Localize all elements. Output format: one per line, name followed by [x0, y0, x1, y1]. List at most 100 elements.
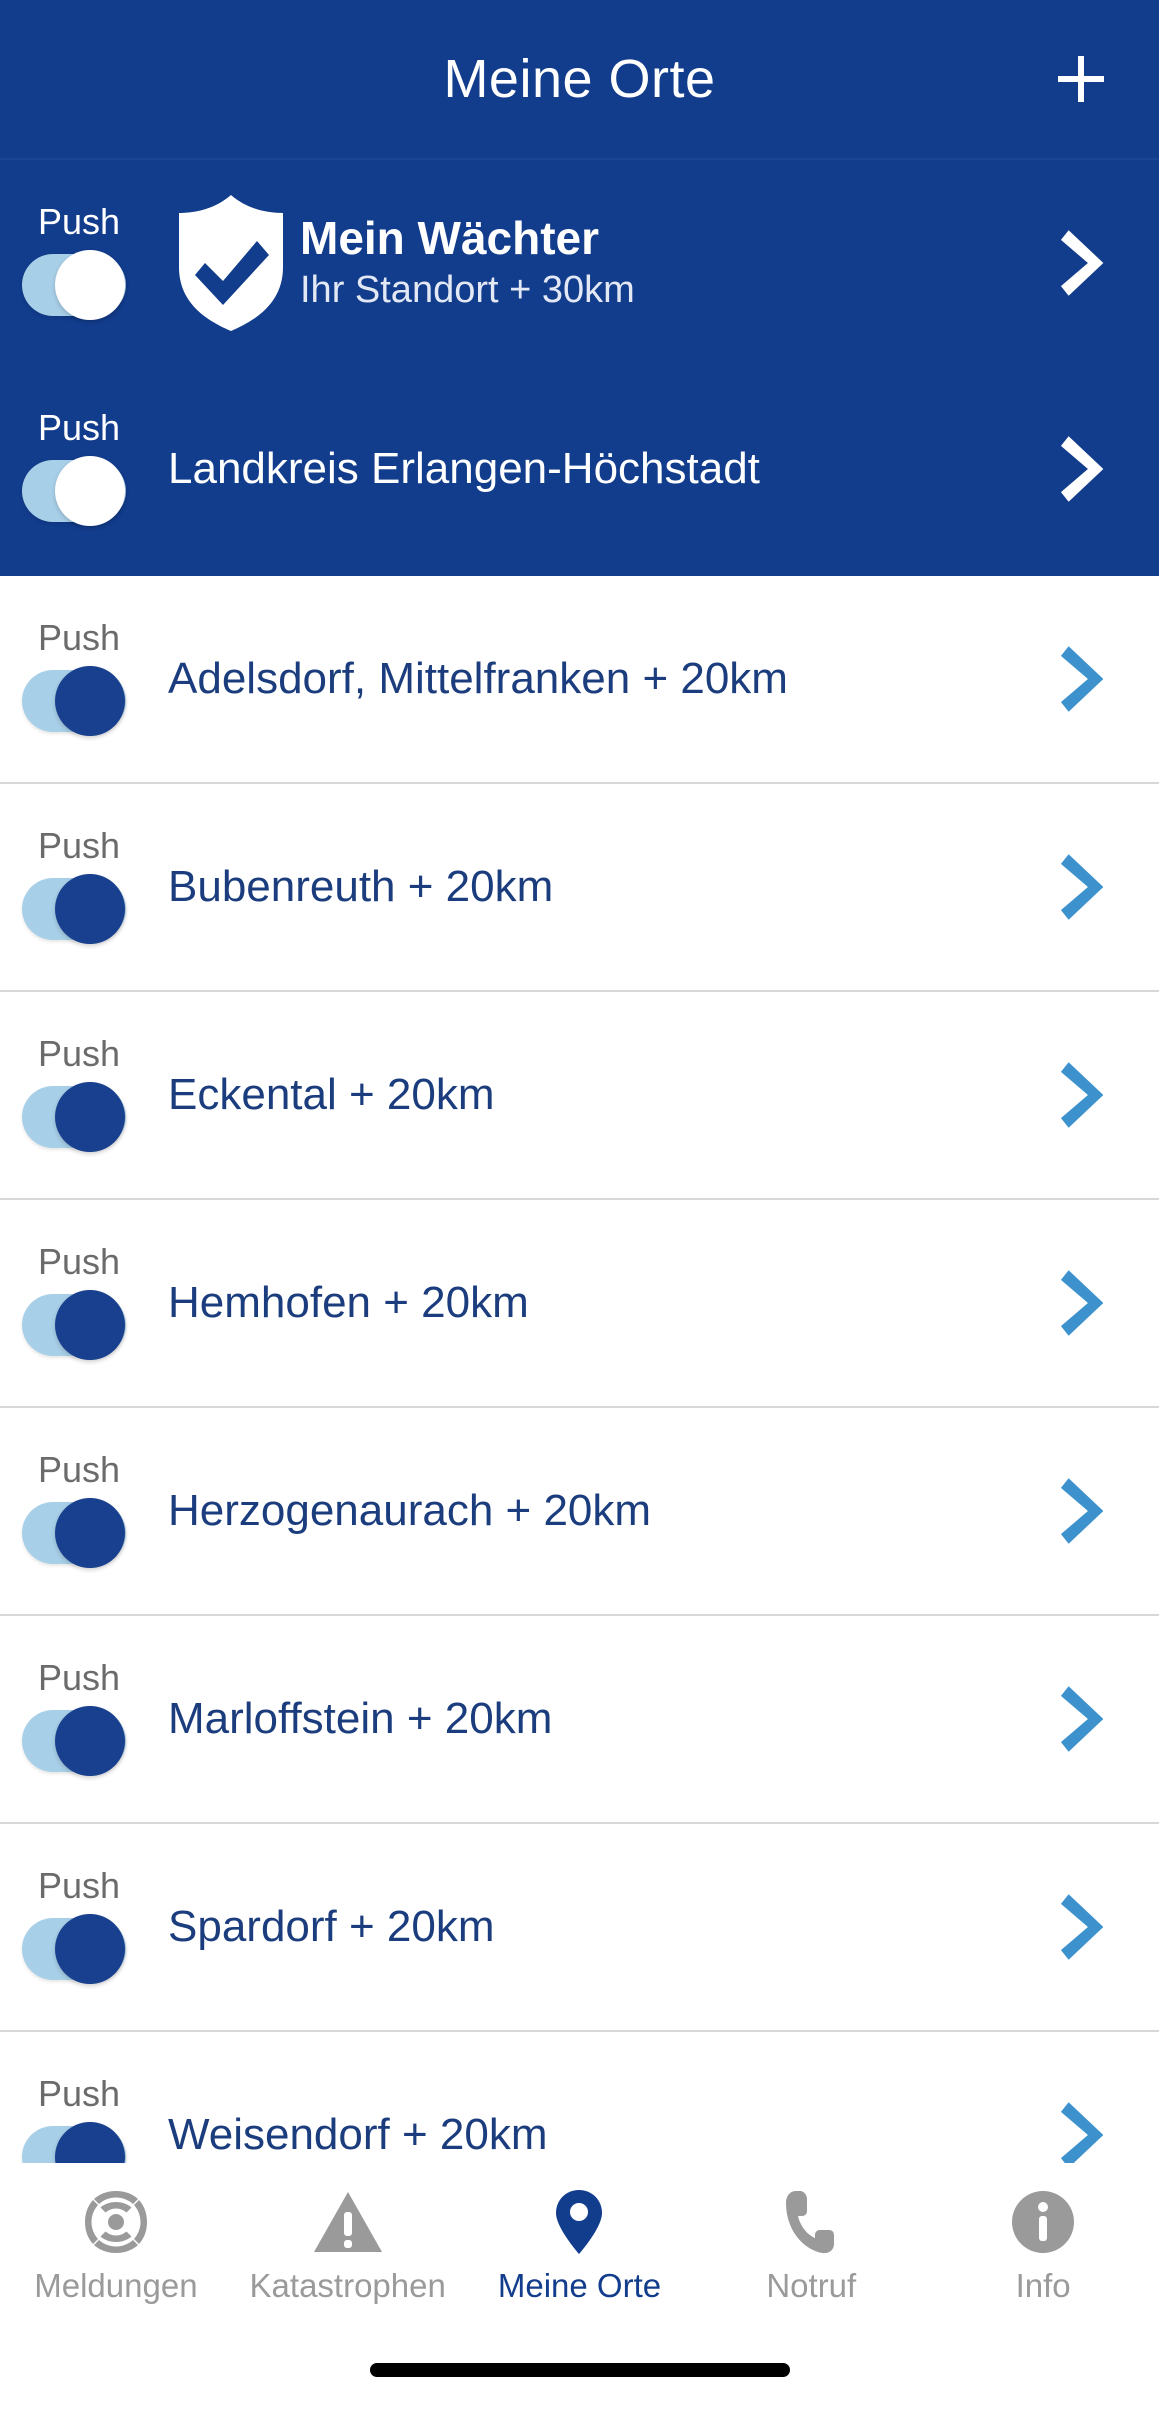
list-item-text: Eckental + 20km — [168, 1070, 495, 1119]
list-item-text: Weisendorf + 20km — [168, 2110, 547, 2159]
push-label: Push — [38, 201, 121, 242]
list-item[interactable]: Push Spardorf + 20km — [0, 1824, 1159, 2030]
list-item[interactable]: Push Bubenreuth + 20km — [0, 784, 1159, 990]
list-item-body: Herzogenaurach + 20km — [148, 1486, 1059, 1535]
tab-meine-orte[interactable]: Meine Orte — [464, 2185, 696, 2302]
chevron-right-icon[interactable] — [1059, 641, 1113, 717]
list-item-body: Spardorf + 20km — [148, 1902, 1059, 1951]
push-toggle[interactable] — [22, 456, 126, 526]
push-toggle[interactable] — [22, 666, 126, 736]
list-item[interactable]: Push Marloffstein + 20km — [0, 1616, 1159, 1822]
chevron-right-icon[interactable] — [1059, 2097, 1113, 2173]
chevron-right-icon[interactable] — [1059, 1473, 1113, 1549]
toggle-knob — [55, 1290, 125, 1360]
chevron-right-icon[interactable] — [1059, 431, 1113, 507]
push-label: Push — [38, 825, 121, 866]
list-item-title: Bubenreuth + 20km — [168, 862, 554, 912]
push-toggle-cell: Push — [22, 784, 148, 990]
list-item-title: Landkreis Erlangen-Höchstadt — [168, 444, 760, 494]
list-item-title: Mein Wächter — [300, 211, 600, 264]
list-item-title: Eckental + 20km — [168, 1070, 495, 1120]
push-toggle[interactable] — [22, 1914, 126, 1984]
tab-label: Meldungen — [34, 2267, 198, 2304]
list-item-title: Hemhofen + 20km — [168, 1278, 529, 1328]
push-label: Push — [38, 1033, 121, 1074]
push-toggle[interactable] — [22, 1290, 126, 1360]
push-toggle[interactable] — [22, 1498, 126, 1568]
chevron-right-icon[interactable] — [1059, 1057, 1113, 1133]
list-item[interactable]: Push Herzogenaurach + 20km — [0, 1408, 1159, 1614]
siren-broadcast-icon — [83, 2185, 149, 2259]
tab-meldungen[interactable]: Meldungen — [0, 2185, 232, 2302]
list-item-title: Weisendorf + 20km — [168, 2110, 548, 2160]
push-label: Push — [38, 1449, 121, 1490]
push-toggle-cell: Push — [22, 1824, 148, 2030]
push-toggle-cell: Push — [22, 1616, 148, 1822]
toggle-knob — [55, 666, 125, 736]
push-toggle-cell: Push — [22, 366, 148, 572]
chevron-right-icon[interactable] — [1059, 225, 1113, 301]
list-item-body: Bubenreuth + 20km — [148, 862, 1059, 911]
chevron-right-icon[interactable] — [1059, 1681, 1113, 1757]
list-item-text: Bubenreuth + 20km — [168, 862, 553, 911]
push-label: Push — [38, 1657, 121, 1698]
push-toggle-cell: Push — [22, 1408, 148, 1614]
toggle-knob — [55, 1706, 125, 1776]
list-item-text: Adelsdorf, Mittelfranken + 20km — [168, 654, 788, 703]
push-toggle-cell: Push — [22, 1200, 148, 1406]
plus-icon — [1051, 49, 1111, 109]
tab-label: Info — [1015, 2267, 1071, 2304]
list-item-title: Adelsdorf, Mittelfranken + 20km — [168, 654, 788, 704]
push-label: Push — [38, 407, 121, 448]
list-item-subtitle: Ihr Standort + 30km — [300, 269, 635, 312]
tab-info[interactable]: Info — [927, 2185, 1159, 2302]
push-label: Push — [38, 617, 121, 658]
tab-label: Notruf — [766, 2267, 857, 2304]
list-item-body: Hemhofen + 20km — [148, 1278, 1059, 1327]
toggle-knob — [55, 874, 125, 944]
tab-label: Meine Orte — [497, 2267, 662, 2304]
toggle-knob — [55, 250, 125, 320]
app-screen: Meine Orte Push Mein Wächter Ihr Standor… — [0, 0, 1159, 2413]
chevron-right-icon[interactable] — [1059, 1889, 1113, 1965]
list-item-title: Spardorf + 20km — [168, 1902, 495, 1952]
app-header: Meine Orte — [0, 0, 1159, 158]
info-circle-icon — [1010, 2185, 1076, 2259]
push-toggle[interactable] — [22, 1706, 126, 1776]
list-item-text: Marloffstein + 20km — [168, 1694, 552, 1743]
tab-label: Katastrophen — [249, 2267, 446, 2304]
list-item-body: Marloffstein + 20km — [148, 1694, 1059, 1743]
list-item-title: Marloffstein + 20km — [168, 1694, 553, 1744]
push-toggle[interactable] — [22, 250, 126, 320]
list-item-text: Mein Wächter Ihr Standort + 30km — [300, 211, 635, 313]
push-toggle-cell: Push — [22, 576, 148, 782]
tab-katastrophen[interactable]: Katastrophen — [232, 2185, 464, 2302]
push-label: Push — [38, 1865, 121, 1906]
add-place-button[interactable] — [1049, 47, 1113, 111]
push-label: Push — [38, 1241, 121, 1282]
list-item[interactable]: Push Eckental + 20km — [0, 992, 1159, 1198]
toggle-knob — [55, 1914, 125, 1984]
push-label: Push — [38, 2073, 121, 2114]
list-item-body: Adelsdorf, Mittelfranken + 20km — [148, 654, 1059, 703]
list-item-body: Eckental + 20km — [148, 1070, 1059, 1119]
toggle-knob — [55, 456, 125, 526]
list-item[interactable]: Push Landkreis Erlangen-Höchstadt — [0, 366, 1159, 572]
push-toggle-cell: Push — [22, 160, 148, 366]
list-item-text: Spardorf + 20km — [168, 1902, 495, 1951]
toggle-knob — [55, 1082, 125, 1152]
push-toggle[interactable] — [22, 874, 126, 944]
list-item[interactable]: Push Adelsdorf, Mittelfranken + 20km — [0, 576, 1159, 782]
list-item-text: Hemhofen + 20km — [168, 1278, 529, 1327]
list-item-body: Landkreis Erlangen-Höchstadt — [148, 444, 1059, 493]
list-item[interactable]: Push Mein Wächter Ihr Standort + 30km — [0, 160, 1159, 366]
chevron-right-icon[interactable] — [1059, 849, 1113, 925]
push-toggle-cell: Push — [22, 992, 148, 1198]
list-item-title: Herzogenaurach + 20km — [168, 1486, 652, 1536]
home-indicator — [369, 2363, 790, 2377]
places-list: Push Adelsdorf, Mittelfranken + 20km Pus… — [0, 576, 1159, 2238]
tab-notruf[interactable]: Notruf — [695, 2185, 927, 2302]
push-toggle[interactable] — [22, 1082, 126, 1152]
chevron-right-icon[interactable] — [1059, 1265, 1113, 1341]
list-item[interactable]: Push Hemhofen + 20km — [0, 1200, 1159, 1406]
